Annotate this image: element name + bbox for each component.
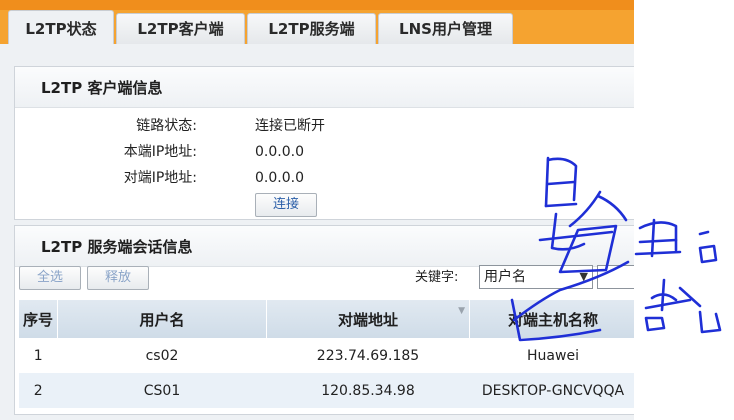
tab-l2tp-status[interactable]: L2TP状态 xyxy=(8,10,114,44)
column-header-peer-address-label: 对端地址 xyxy=(337,310,398,329)
handwritten-stroke xyxy=(698,230,710,236)
handwritten-stroke xyxy=(644,316,666,332)
table-row[interactable]: 1 cs02 223.74.69.185 Huawei xyxy=(19,338,634,373)
column-header-peer-address[interactable]: 对端地址 ▼ xyxy=(266,300,470,338)
keyword-select[interactable]: 用户名 ▼ xyxy=(479,265,593,289)
keyword-select-value: 用户名 xyxy=(484,269,526,285)
keyword-input[interactable] xyxy=(597,265,634,289)
release-button[interactable]: 释放 xyxy=(87,266,149,290)
peer-ip-label: 对端IP地址: xyxy=(123,170,197,186)
local-ip-value: 0.0.0.0 xyxy=(255,144,304,160)
handwritten-stroke xyxy=(634,250,682,256)
handwritten-stroke xyxy=(698,244,718,264)
link-status-value: 连接已断开 xyxy=(255,118,325,134)
handwritten-stroke xyxy=(650,293,678,302)
handwritten-stroke xyxy=(638,221,678,252)
tab-bar: L2TP状态 L2TP客户端 L2TP服务端 LNS用户管理 xyxy=(0,0,634,44)
cell-peer-hostname: Huawei xyxy=(469,338,634,373)
connect-button[interactable]: 连接 xyxy=(255,193,317,217)
link-status-label: 链路状态: xyxy=(136,118,197,134)
column-header-username[interactable]: 用户名 xyxy=(57,300,267,338)
keyword-label: 关键字: xyxy=(415,270,459,285)
chevron-down-icon: ▼ xyxy=(579,270,588,283)
local-ip-label: 本端IP地址: xyxy=(123,144,197,160)
router-panel: L2TP状态 L2TP客户端 L2TP服务端 LNS用户管理 L2TP 客户端信… xyxy=(0,0,634,420)
column-header-peer-hostname[interactable]: 对端主机名称 xyxy=(469,300,634,338)
client-info-section: L2TP 客户端信息 链路状态: 连接已断开 本端IP地址: 0.0.0.0 对… xyxy=(14,66,634,220)
client-info-title: L2TP 客户端信息 xyxy=(15,67,634,108)
session-table: 序号 用户名 对端地址 ▼ 对端主机名称 1 cs02 223.74.69.18… xyxy=(19,300,634,408)
cell-username: cs02 xyxy=(57,338,267,373)
sort-arrow-icon[interactable]: ▼ xyxy=(458,306,465,316)
handwritten-stroke xyxy=(660,278,666,312)
handwritten-stroke xyxy=(698,310,722,334)
tab-l2tp-server[interactable]: L2TP服务端 xyxy=(247,13,376,44)
peer-ip-row: 对端IP地址: 0.0.0.0 xyxy=(15,166,634,190)
link-status-row: 链路状态: 连接已断开 xyxy=(15,114,634,138)
peer-ip-value: 0.0.0.0 xyxy=(255,170,304,186)
column-header-index[interactable]: 序号 xyxy=(19,300,58,338)
handwritten-stroke xyxy=(678,286,702,308)
cell-index: 1 xyxy=(19,338,58,373)
table-header-row: 序号 用户名 对端地址 ▼ 对端主机名称 xyxy=(19,300,634,338)
cell-username: CS01 xyxy=(57,373,267,408)
handwritten-stroke xyxy=(638,238,678,244)
server-session-section: L2TP 服务端会话信息 全选 释放 关键字: 用户名 ▼ 序号 用户名 对端地… xyxy=(14,225,634,415)
table-row[interactable]: 2 CS01 120.85.34.98 DESKTOP-GNCVQQA xyxy=(19,373,634,408)
cell-peer-address: 120.85.34.98 xyxy=(266,373,470,408)
local-ip-row: 本端IP地址: 0.0.0.0 xyxy=(15,140,634,164)
tab-bar-strip xyxy=(0,0,634,10)
tab-lns-user-management[interactable]: LNS用户管理 xyxy=(378,13,513,44)
handwritten-stroke xyxy=(650,218,656,258)
cell-index: 2 xyxy=(19,373,58,408)
select-all-button[interactable]: 全选 xyxy=(19,266,81,290)
cell-peer-address: 223.74.69.185 xyxy=(266,338,470,373)
tab-l2tp-client[interactable]: L2TP客户端 xyxy=(116,13,245,44)
handwritten-stroke xyxy=(644,298,692,310)
server-session-title: L2TP 服务端会话信息 xyxy=(15,226,634,267)
cell-peer-hostname: DESKTOP-GNCVQQA xyxy=(469,373,634,408)
